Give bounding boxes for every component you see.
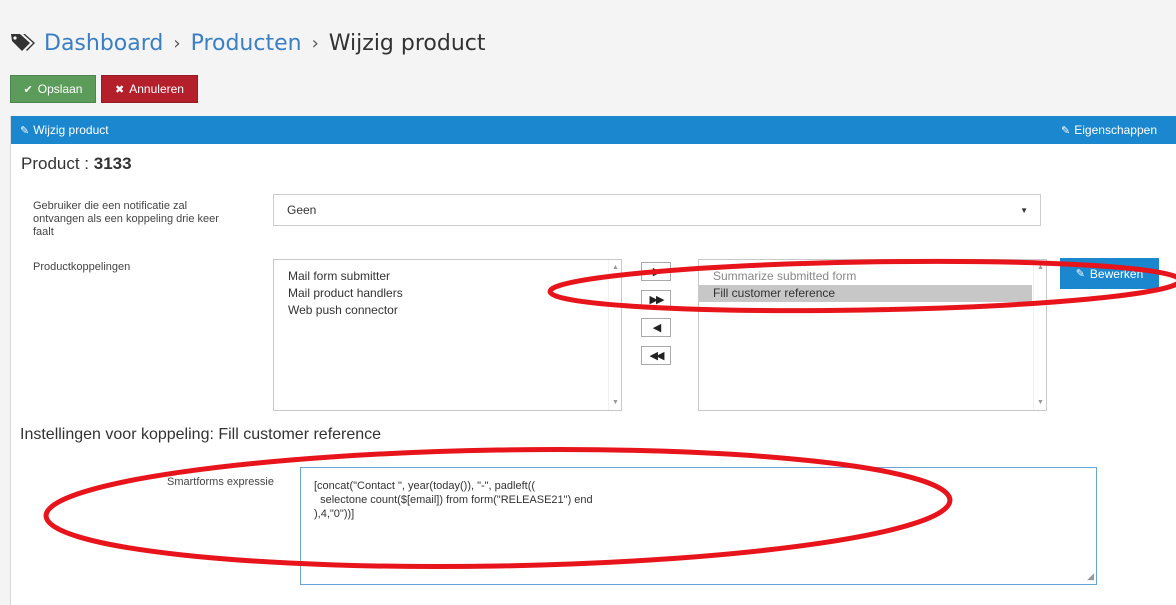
breadcrumb-dashboard[interactable]: Dashboard xyxy=(44,31,163,56)
close-icon: ✖ xyxy=(115,83,125,96)
properties-link[interactable]: ✎ Eigenschappen xyxy=(1061,123,1157,137)
list-item-selected[interactable]: Fill customer reference xyxy=(699,285,1032,302)
resize-handle-icon[interactable]: ◢ xyxy=(1087,569,1094,583)
list-item[interactable]: Mail form submitter xyxy=(274,268,621,285)
scroll-down-icon: ▼ xyxy=(1037,399,1044,406)
scroll-down-icon: ▼ xyxy=(612,399,619,406)
move-all-left-button[interactable]: ◀◀ xyxy=(641,346,671,365)
connection-settings-title: Instellingen voor koppeling: Fill custom… xyxy=(20,426,382,443)
list-item[interactable]: Summarize submitted form xyxy=(699,268,1046,285)
scrollbar[interactable]: ▲ ▼ xyxy=(608,260,621,410)
cancel-button-label: Annuleren xyxy=(129,82,184,96)
available-connections-list[interactable]: Mail form submitter Mail product handler… xyxy=(273,259,622,411)
edit-icon: ✎ xyxy=(1061,124,1071,137)
edit-icon: ✎ xyxy=(1075,268,1085,280)
list-item[interactable]: Web push connector xyxy=(274,302,621,319)
breadcrumb-separator: › xyxy=(311,32,319,54)
panel-header: ✎ Wijzig product ✎ Eigenschappen xyxy=(11,116,1176,144)
save-button[interactable]: ✔ Opslaan xyxy=(10,75,96,103)
move-all-right-button[interactable]: ▶▶ xyxy=(641,290,671,309)
edit-icon: ✎ xyxy=(20,124,30,137)
breadcrumb-current: Wijzig product xyxy=(328,30,486,56)
breadcrumb: Dashboard › Producten › Wijzig product xyxy=(10,26,486,60)
smartforms-expression-label: Smartforms expressie xyxy=(167,476,274,488)
notification-user-select[interactable]: Geen ▼ xyxy=(273,194,1041,226)
save-button-label: Opslaan xyxy=(37,82,83,96)
cancel-button[interactable]: ✖ Annuleren xyxy=(101,75,198,103)
notification-user-value: Geen xyxy=(287,203,317,217)
panel-title: Wijzig product xyxy=(33,123,109,137)
scroll-up-icon: ▲ xyxy=(1037,264,1044,271)
expression-text: [concat("Contact ", year(today()), "-", … xyxy=(314,480,593,520)
move-left-button[interactable]: ◀ xyxy=(641,318,671,337)
selected-connections-list[interactable]: Summarize submitted form Fill customer r… xyxy=(698,259,1047,411)
properties-label: Eigenschappen xyxy=(1074,123,1157,137)
chevron-down-icon: ▼ xyxy=(1020,206,1028,215)
breadcrumb-producten[interactable]: Producten xyxy=(191,31,302,56)
product-label: Product : xyxy=(21,154,94,173)
product-id: 3133 xyxy=(93,154,132,173)
scrollbar[interactable]: ▲ ▼ xyxy=(1033,260,1046,410)
check-icon: ✔ xyxy=(23,83,33,96)
edit-connection-label: Bewerken xyxy=(1089,266,1144,281)
product-title: Product : 3133 xyxy=(21,154,132,174)
edit-product-panel: ✎ Wijzig product ✎ Eigenschappen Product… xyxy=(10,116,1176,605)
notification-user-label: Gebruiker die een notificatie zal ontvan… xyxy=(33,200,219,238)
smartforms-expression-input[interactable]: [concat("Contact ", year(today()), "-", … xyxy=(300,467,1097,585)
move-right-button[interactable]: ▶ xyxy=(641,262,671,281)
edit-connection-button[interactable]: ✎ Bewerken xyxy=(1060,258,1159,289)
tags-icon xyxy=(11,34,35,51)
breadcrumb-separator: › xyxy=(173,32,181,54)
product-connections-label: Productkoppelingen xyxy=(33,261,131,273)
scroll-up-icon: ▲ xyxy=(612,264,619,271)
list-item[interactable]: Mail product handlers xyxy=(274,285,621,302)
